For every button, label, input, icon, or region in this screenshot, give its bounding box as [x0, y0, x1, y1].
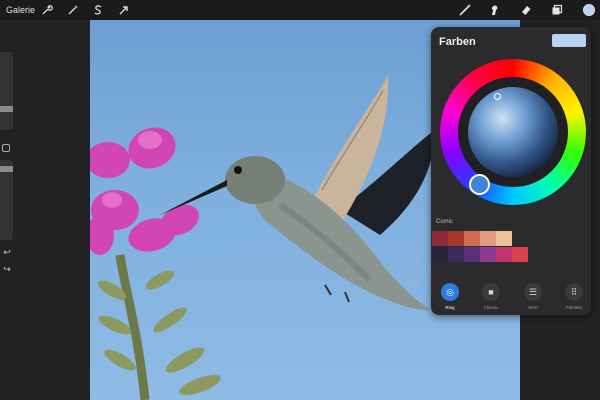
magic-wand-icon[interactable]	[66, 3, 80, 17]
palette-swatch[interactable]	[432, 247, 448, 262]
tab-value[interactable]: ☰ Wert	[518, 283, 548, 310]
palette-swatch[interactable]	[480, 247, 496, 262]
gallery-button[interactable]: Galerie	[6, 5, 35, 15]
palette-swatch[interactable]	[512, 247, 528, 262]
tab-classic[interactable]: ■ Classic	[476, 283, 506, 310]
tab-palettes-label: Paletten	[565, 305, 583, 310]
square-icon: ■	[482, 283, 500, 301]
current-color-button[interactable]	[583, 4, 595, 16]
opacity-thumb[interactable]	[0, 166, 13, 172]
grid-icon: ⠿	[565, 283, 583, 301]
panel-title: Farben	[439, 36, 476, 48]
color-mode-tabs: ◎ Ring ■ Classic ☰ Wert ⠿ Paletten	[431, 283, 591, 315]
brush-icon[interactable]	[458, 3, 472, 17]
saturation-knob[interactable]	[494, 93, 501, 100]
palette-swatch[interactable]	[448, 231, 464, 246]
palette-swatch[interactable]	[432, 231, 448, 246]
modify-button[interactable]	[2, 144, 10, 152]
selection-icon[interactable]	[91, 3, 105, 17]
tab-value-label: Wert	[528, 305, 538, 310]
ring-icon: ◎	[441, 283, 459, 301]
saturation-brightness-disc[interactable]	[468, 87, 558, 177]
brush-size-slider[interactable]	[0, 52, 13, 130]
palette-swatch[interactable]	[496, 247, 512, 262]
palette-swatch[interactable]	[480, 231, 496, 246]
tab-palettes[interactable]: ⠿ Paletten	[559, 283, 589, 310]
transform-icon[interactable]	[117, 3, 131, 17]
procreate-app: Galerie ↩ ↪ Farben Comic ◎ Ring ■ Classi…	[0, 0, 600, 400]
undo-icon[interactable]: ↩	[1, 247, 13, 257]
palette-swatch[interactable]	[464, 231, 480, 246]
colors-panel: Farben Comic ◎ Ring ■ Classic ☰ Wert ⠿ P	[431, 27, 591, 315]
sliders-icon: ☰	[524, 283, 542, 301]
palette-swatch[interactable]	[448, 247, 464, 262]
layers-icon[interactable]	[550, 3, 564, 17]
wrench-icon[interactable]	[40, 3, 54, 17]
current-color-swatch[interactable]	[552, 34, 586, 47]
smudge-icon[interactable]	[487, 3, 501, 17]
palette-swatch[interactable]	[464, 247, 480, 262]
brush-size-thumb[interactable]	[0, 106, 13, 112]
opacity-slider[interactable]	[0, 160, 13, 240]
palette-swatch[interactable]	[496, 231, 512, 246]
top-toolbar: Galerie	[0, 0, 600, 20]
hue-knob[interactable]	[469, 174, 490, 195]
eraser-icon[interactable]	[519, 3, 533, 17]
left-sidebar: ↩ ↪	[0, 52, 15, 282]
redo-icon[interactable]: ↪	[1, 264, 13, 274]
tab-ring-label: Ring	[445, 305, 455, 310]
tab-ring[interactable]: ◎ Ring	[435, 283, 465, 310]
palette-name: Comic	[436, 219, 454, 225]
tab-classic-label: Classic	[483, 305, 499, 310]
